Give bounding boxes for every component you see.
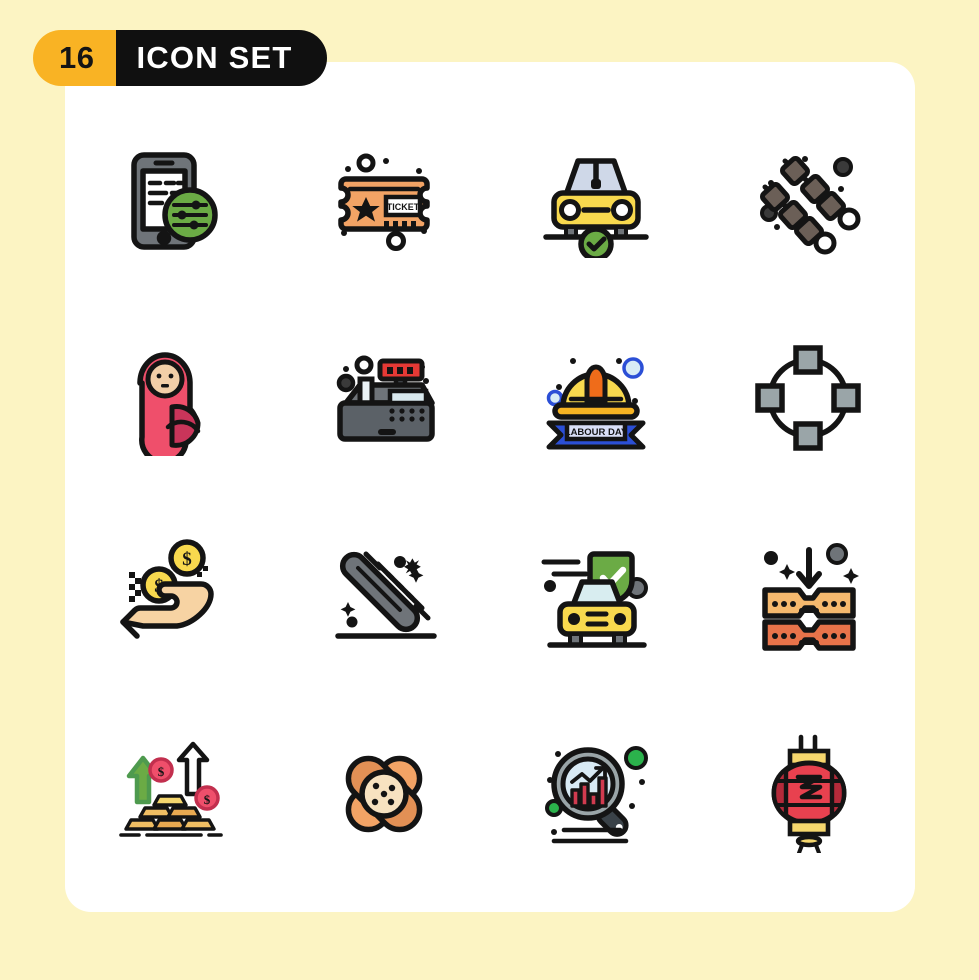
chinese-lantern-icon[interactable] <box>703 695 916 893</box>
skewers-icon[interactable] <box>703 102 916 300</box>
rake-icon[interactable] <box>278 497 491 695</box>
coin-dollar-label: $ <box>182 549 192 570</box>
icon-count-label: 16 <box>33 30 117 86</box>
car-insurance-icon[interactable] <box>490 497 703 695</box>
ticket-label: TICKET <box>387 202 420 212</box>
labour-day-helmet-icon[interactable]: LABOUR DAY <box>490 300 703 498</box>
icon-set-page: 16 ICON SET TICKET LABOUR DAY $ $ $ <box>0 0 979 980</box>
gold-bars-growth-icon[interactable]: $ $ <box>65 695 278 893</box>
ticket-icon[interactable]: TICKET <box>278 102 491 300</box>
svg-text:$: $ <box>204 792 211 807</box>
crossed-bandages-icon[interactable] <box>278 695 491 893</box>
icon-grid: TICKET LABOUR DAY $ $ $ <box>65 102 915 892</box>
mobile-settings-icon[interactable] <box>65 102 278 300</box>
vector-path-nodes-icon[interactable] <box>703 300 916 498</box>
hand-receiving-coins-icon[interactable]: $ $ <box>65 497 278 695</box>
car-approved-icon[interactable] <box>490 102 703 300</box>
market-analysis-icon[interactable] <box>490 695 703 893</box>
icon-set-title: ICON SET <box>116 30 327 86</box>
labour-day-label: LABOUR DAY <box>565 427 628 438</box>
gold-dollar-label: $ <box>158 764 165 779</box>
header-badge: 16 ICON SET <box>33 30 327 86</box>
swaddled-baby-icon[interactable] <box>65 300 278 498</box>
cash-register-icon[interactable] <box>278 300 491 498</box>
press-layers-icon[interactable] <box>703 497 916 695</box>
